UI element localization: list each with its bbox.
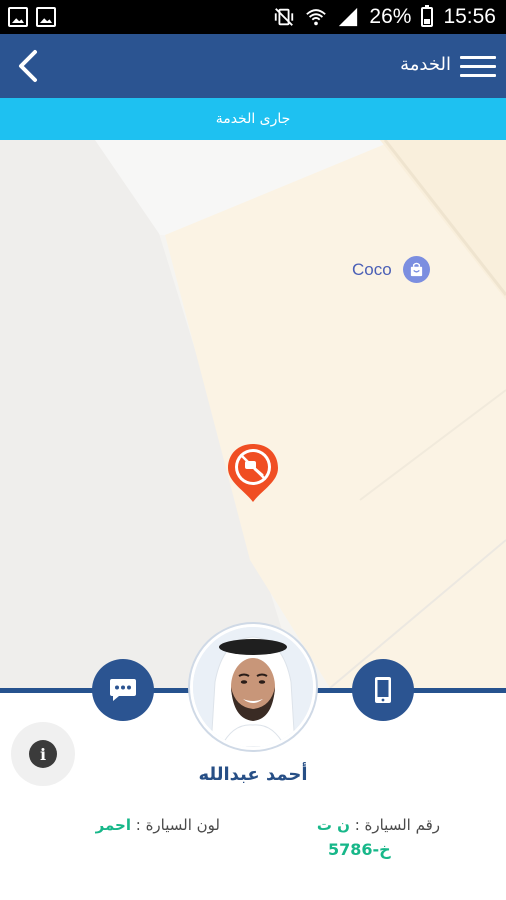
page-title: الخدمة [400,54,451,75]
back-button[interactable] [8,46,48,86]
battery-icon [421,5,434,27]
app-bar: الخدمة [0,34,506,98]
info-button[interactable]: i [11,722,75,786]
battery-percent: 26% [369,5,412,28]
call-button[interactable] [352,659,414,721]
mute-vibrate-icon [275,8,294,26]
driver-name: أحمد عبدالله [198,764,308,785]
driver-photo [193,627,313,747]
car-number-label: رقم السيارة : [349,816,440,834]
car-number-digits: خ-5786 [328,840,391,859]
service-status-text: جارى الخدمة [215,111,291,127]
car-number: رقم السيارة : ن ت [270,816,440,834]
info-icon: i [29,740,57,768]
status-bar: 26% 15:56 [0,0,506,34]
hamburger-menu-icon [460,55,496,59]
image-icon [36,7,56,27]
car-color: لون السيارة : احمر [60,816,220,834]
service-status-banner: جارى الخدمة [0,98,506,140]
signal-icon [339,7,358,27]
wifi-icon [306,9,327,26]
car-color-label: لون السيارة : [130,816,220,834]
poi-label[interactable]: Coco [352,260,392,280]
chevron-left-icon [19,50,37,82]
clock: 15:56 [443,5,496,28]
driver-avatar [190,624,316,750]
chat-button[interactable] [92,659,154,721]
car-number-letters: ن ت [316,816,350,834]
shopping-bag-icon[interactable] [403,256,430,283]
map-background [0,140,506,688]
mobile-phone-icon [375,677,391,703]
gallery-icon [8,7,28,27]
car-color-value: احمر [95,816,131,834]
map-view[interactable]: Coco [0,140,506,688]
menu-button[interactable] [460,48,496,84]
chat-bubble-icon [110,679,136,701]
service-location-pin-icon[interactable] [226,442,280,504]
